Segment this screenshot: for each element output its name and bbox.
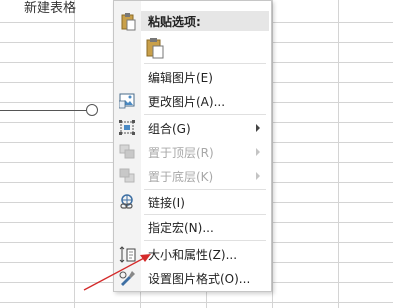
submenu-arrow-icon — [256, 172, 260, 180]
group-icon — [119, 120, 136, 136]
menu-item-label: 组合(G) — [148, 122, 191, 136]
change-picture-icon — [118, 93, 136, 109]
menu-item-label: 指定宏(N)... — [148, 221, 214, 235]
menu-item-change-picture[interactable]: 更改图片(A)... — [114, 89, 269, 113]
menu-item-size-and-properties[interactable]: 大小和属性(Z)... — [114, 242, 269, 266]
cell-text: 新建表格 — [24, 1, 77, 16]
paste-options-header: 粘贴选项: — [141, 11, 269, 31]
format-picture-icon — [119, 270, 136, 286]
menu-separator — [144, 114, 266, 115]
bring-to-front-icon — [119, 144, 136, 160]
menu-item-edit-picture[interactable]: 编辑图片(E) — [114, 65, 269, 89]
menu-separator — [144, 240, 266, 241]
menu-item-bring-to-front[interactable]: 置于顶层(R) — [114, 140, 269, 164]
selected-shape-line[interactable] — [0, 110, 88, 111]
menu-item-label: 设置图片格式(O)... — [148, 272, 251, 286]
menu-item-label: 更改图片(A)... — [148, 95, 226, 109]
menu-item-label: 置于底层(K) — [148, 170, 214, 184]
paste-options-label: 粘贴选项: — [148, 15, 201, 29]
menu-separator — [144, 63, 266, 64]
context-menu: 粘贴选项: 编辑图片(E) 更改图片(A)... 组合(G) 置于顶层(R) 置… — [113, 0, 272, 292]
menu-item-send-to-back[interactable]: 置于底层(K) — [114, 164, 269, 188]
selection-handle[interactable] — [86, 104, 98, 116]
menu-item-label: 编辑图片(E) — [148, 71, 213, 85]
clipboard-icon — [120, 13, 136, 31]
submenu-arrow-icon — [256, 124, 260, 132]
menu-item-format-picture[interactable]: 设置图片格式(O)... — [114, 266, 269, 290]
menu-item-assign-macro[interactable]: 指定宏(N)... — [114, 215, 269, 239]
menu-item-label: 链接(I) — [148, 196, 185, 210]
menu-item-label: 大小和属性(Z)... — [148, 248, 238, 262]
send-to-back-icon — [119, 168, 136, 184]
submenu-arrow-icon — [256, 148, 260, 156]
menu-item-link[interactable]: 链接(I) — [114, 190, 269, 214]
size-properties-icon — [119, 246, 136, 263]
menu-item-label: 置于顶层(R) — [148, 146, 214, 160]
paste-option-button[interactable] — [143, 37, 167, 59]
paste-icon — [145, 37, 165, 64]
link-icon — [119, 194, 136, 210]
menu-item-group[interactable]: 组合(G) — [114, 116, 269, 140]
